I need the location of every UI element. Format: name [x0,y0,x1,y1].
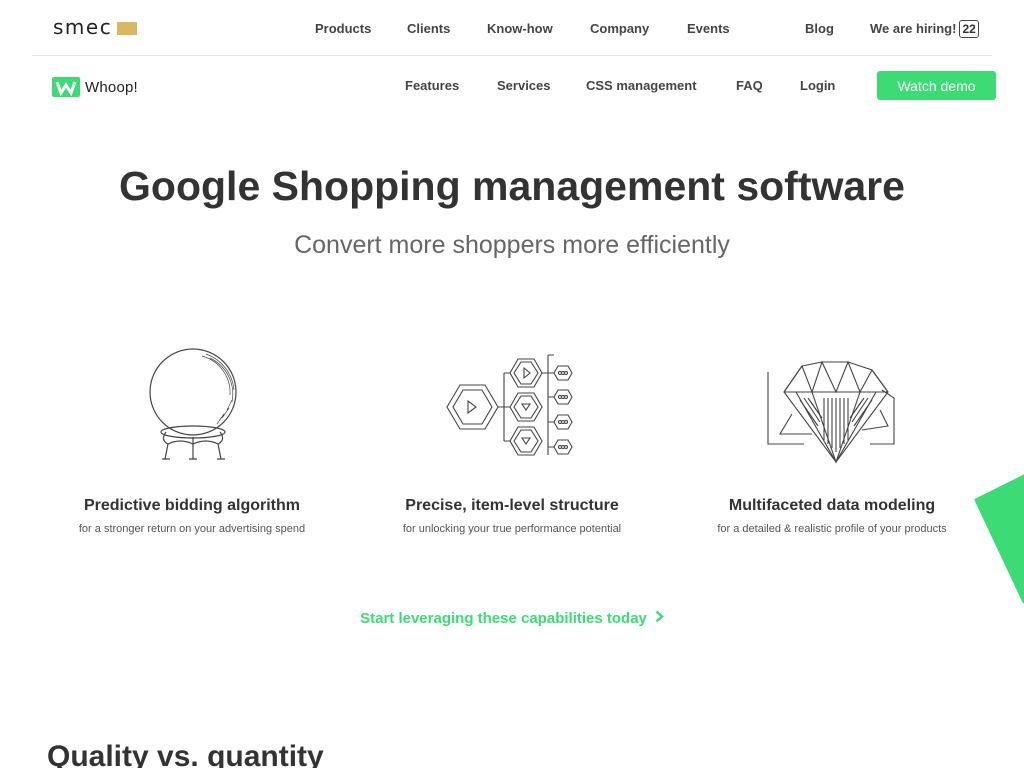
nav-know-how[interactable]: Know-how [487,21,553,36]
section-title: Quality vs. quantity [47,740,324,768]
cta-label: Start leveraging these capabilities toda… [360,610,647,627]
feature-description: for a detailed & realistic profile of yo… [717,523,947,535]
hiring-label: We are hiring! [870,21,957,36]
nav-events[interactable]: Events [687,21,730,36]
smec-logo[interactable]: smec [53,15,138,39]
nav-css-management[interactable]: CSS management [586,78,697,93]
nav-hiring[interactable]: We are hiring! 22 [870,20,979,38]
green-decoration-shape [974,474,1024,604]
nav-products[interactable]: Products [315,21,371,36]
feature-description: for unlocking your true performance pote… [402,523,622,535]
whoop-logo[interactable]: Whoop! [52,77,138,97]
whoop-logo-mark [52,77,80,97]
hero-title: Google Shopping management software [119,163,905,209]
nav-company[interactable]: Company [590,21,649,36]
nav-clients[interactable]: Clients [407,21,450,36]
feature-title: Multifaceted data modeling [728,497,936,514]
nav-faq[interactable]: FAQ [736,78,763,93]
nav-login[interactable]: Login [800,78,835,93]
whoop-logo-text: Whoop! [85,78,138,96]
hexagon-structure-icon [446,354,573,456]
hiring-count-badge: 22 [959,20,979,38]
feature-description: for a stronger return on your advertisin… [78,523,306,535]
watch-demo-button[interactable]: Watch demo [877,71,996,100]
nav-features[interactable]: Features [405,78,459,93]
nav-blog[interactable]: Blog [805,21,834,36]
whoop-w-icon [55,81,77,97]
feature-data-modeling: Multifaceted data modeling for a detaile… [672,340,992,535]
chevron-right-icon [655,610,664,627]
feature-title: Precise, item-level structure [405,497,619,514]
capabilities-cta-link[interactable]: Start leveraging these capabilities toda… [0,610,1024,627]
diamond-icon [767,360,895,464]
crystal-ball-icon [149,348,237,460]
feature-predictive-bidding: Predictive bidding algorithm for a stron… [32,340,352,535]
smec-logo-mark [117,22,138,35]
hero-subtitle: Convert more shoppers more efficiently [294,231,730,259]
feature-item-level-structure: Precise, item-level structure for unlock… [352,340,672,535]
smec-logo-text: smec [53,15,113,39]
feature-title: Predictive bidding algorithm [83,497,301,514]
nav-services[interactable]: Services [497,78,551,93]
